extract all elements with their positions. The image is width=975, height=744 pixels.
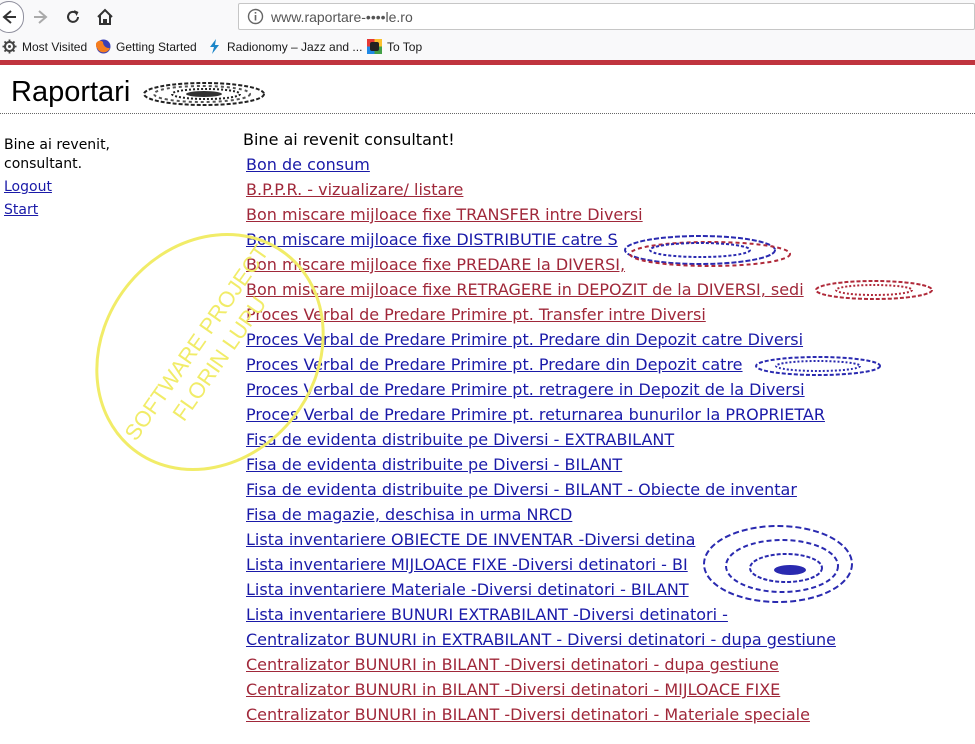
- report-list: Bon de consum B.P.P.R. - vizualizare/ lis…: [246, 155, 836, 730]
- firefox-icon: [96, 39, 111, 54]
- redacted-smudge-icon: [143, 82, 265, 106]
- list-item: Fisa de evidenta distribuite pe Diversi …: [246, 430, 836, 455]
- report-link[interactable]: Proces Verbal de Predare Primire pt. Pre…: [246, 330, 803, 349]
- report-link[interactable]: Bon miscare mijloace fixe RETRAGERE in D…: [246, 280, 804, 299]
- report-link[interactable]: Bon de consum: [246, 155, 370, 174]
- sidebar: Bine ai revenit, consultant. Logout Star…: [4, 136, 124, 220]
- bookmark-label: Most Visited: [22, 39, 88, 54]
- home-icon: [97, 8, 113, 25]
- list-item: Centralizator BUNURI in BILANT -Diversi …: [246, 655, 836, 680]
- start-link[interactable]: Start: [4, 201, 124, 220]
- report-link[interactable]: Bon miscare mijloace fixe DISTRIBUTIE ca…: [246, 230, 618, 249]
- bookmark-to-top[interactable]: To Top: [367, 39, 422, 54]
- list-item: Centralizator BUNURI in BILANT -Diversi …: [246, 680, 836, 705]
- bookmark-radionomy[interactable]: Radionomy – Jazz and ...: [207, 39, 362, 54]
- report-link[interactable]: Lista inventariere Materiale -Diversi de…: [246, 580, 689, 599]
- report-link[interactable]: Centralizator BUNURI in EXTRABILANT - Di…: [246, 630, 836, 649]
- list-item: Proces Verbal de Predare Primire pt. Tra…: [246, 305, 836, 330]
- header-accent-bar: [0, 60, 975, 65]
- list-item: Proces Verbal de Predare Primire pt. Pre…: [246, 330, 836, 355]
- report-link[interactable]: Fisa de evidenta distribuite pe Diversi …: [246, 455, 622, 474]
- to-top-icon: [367, 39, 382, 54]
- sidebar-welcome-text: Bine ai revenit, consultant.: [4, 137, 111, 172]
- report-link[interactable]: Fisa de evidenta distribuite pe Diversi …: [246, 430, 674, 449]
- reload-icon: [67, 10, 79, 23]
- report-link[interactable]: Fisa de evidenta distribuite pe Diversi …: [246, 480, 797, 499]
- url-text[interactable]: www.raportare-••••le.ro: [271, 9, 413, 25]
- forward-button[interactable]: [28, 4, 54, 30]
- report-link[interactable]: Lista inventariere MIJLOACE FIXE -Divers…: [246, 555, 688, 574]
- list-item: Centralizator BUNURI in BILANT -Diversi …: [246, 705, 836, 730]
- report-link[interactable]: Bon miscare mijloace fixe TRANSFER intre…: [246, 205, 643, 224]
- back-button[interactable]: [0, 1, 24, 33]
- report-link[interactable]: Centralizator BUNURI in BILANT -Diversi …: [246, 655, 779, 674]
- report-link[interactable]: Centralizator BUNURI in BILANT -Diversi …: [246, 705, 810, 724]
- list-item: Bon miscare mijloace fixe TRANSFER intre…: [246, 205, 836, 230]
- list-item: Bon miscare mijloace fixe DISTRIBUTIE ca…: [246, 230, 836, 255]
- bookmark-label: Getting Started: [116, 39, 197, 54]
- gear-icon: [2, 39, 17, 54]
- list-item: Bon miscare mijloace fixe PREDARE la DIV…: [246, 255, 836, 280]
- list-item: Fisa de evidenta distribuite pe Diversi …: [246, 455, 836, 480]
- list-item: B.P.P.R. - vizualizare/ listare: [246, 180, 836, 205]
- report-link[interactable]: Proces Verbal de Predare Primire pt. Pre…: [246, 355, 743, 374]
- home-button[interactable]: [92, 4, 118, 30]
- list-item: Proces Verbal de Predare Primire pt. Pre…: [246, 355, 836, 380]
- list-item: Proces Verbal de Predare Primire pt. ret…: [246, 405, 836, 430]
- bookmark-label: To Top: [387, 39, 423, 54]
- list-item: Lista inventariere OBIECTE DE INVENTAR -…: [246, 530, 836, 555]
- report-link[interactable]: Lista inventariere OBIECTE DE INVENTAR -…: [246, 530, 695, 549]
- radionomy-icon: [210, 39, 219, 54]
- page-title: Raportari: [11, 76, 131, 108]
- browser-toolbar: www.raportare-••••le.ro: [0, 0, 975, 34]
- list-item: Lista inventariere BUNURI EXTRABILANT -D…: [246, 605, 836, 630]
- list-item: Centralizator BUNURI in EXTRABILANT - Di…: [246, 630, 836, 655]
- report-link[interactable]: Lista inventariere BUNURI EXTRABILANT -D…: [246, 605, 728, 624]
- reload-button[interactable]: [60, 4, 86, 30]
- report-link[interactable]: Proces Verbal de Predare Primire pt. ret…: [246, 405, 825, 424]
- report-link[interactable]: Proces Verbal de Predare Primire pt. Tra…: [246, 305, 706, 324]
- bookmark-most-visited[interactable]: Most Visited: [2, 39, 87, 54]
- header-divider: [0, 113, 975, 114]
- back-arrow-icon: [2, 10, 16, 24]
- bookmark-getting-started[interactable]: Getting Started: [96, 39, 197, 54]
- forward-arrow-icon: [34, 10, 48, 24]
- list-item: Fisa de magazie, deschisa in urma NRCD: [246, 505, 836, 530]
- info-icon[interactable]: [247, 8, 264, 25]
- main-greeting: Bine ai revenit consultant!: [243, 130, 455, 149]
- report-link[interactable]: Proces Verbal de Predare Primire pt. ret…: [246, 380, 805, 399]
- report-link[interactable]: Centralizator BUNURI in BILANT -Diversi …: [246, 680, 780, 699]
- logout-link[interactable]: Logout: [4, 178, 124, 197]
- list-item: Bon miscare mijloace fixe RETRAGERE in D…: [246, 280, 836, 305]
- list-item: Fisa de evidenta distribuite pe Diversi …: [246, 480, 836, 505]
- bookmark-label: Radionomy – Jazz and ...: [227, 39, 363, 54]
- list-item: Lista inventariere MIJLOACE FIXE -Divers…: [246, 555, 836, 580]
- report-link[interactable]: B.P.P.R. - vizualizare/ listare: [246, 180, 463, 199]
- url-bar[interactable]: www.raportare-••••le.ro: [238, 3, 975, 30]
- bookmarks-bar: Most Visited Getting Started Radionomy –…: [0, 34, 975, 60]
- list-item: Proces Verbal de Predare Primire pt. ret…: [246, 380, 836, 405]
- list-item: Lista inventariere Materiale -Diversi de…: [246, 580, 836, 605]
- list-item: Bon de consum: [246, 155, 836, 180]
- report-link[interactable]: Fisa de magazie, deschisa in urma NRCD: [246, 505, 572, 524]
- report-link[interactable]: Bon miscare mijloace fixe PREDARE la DIV…: [246, 255, 625, 274]
